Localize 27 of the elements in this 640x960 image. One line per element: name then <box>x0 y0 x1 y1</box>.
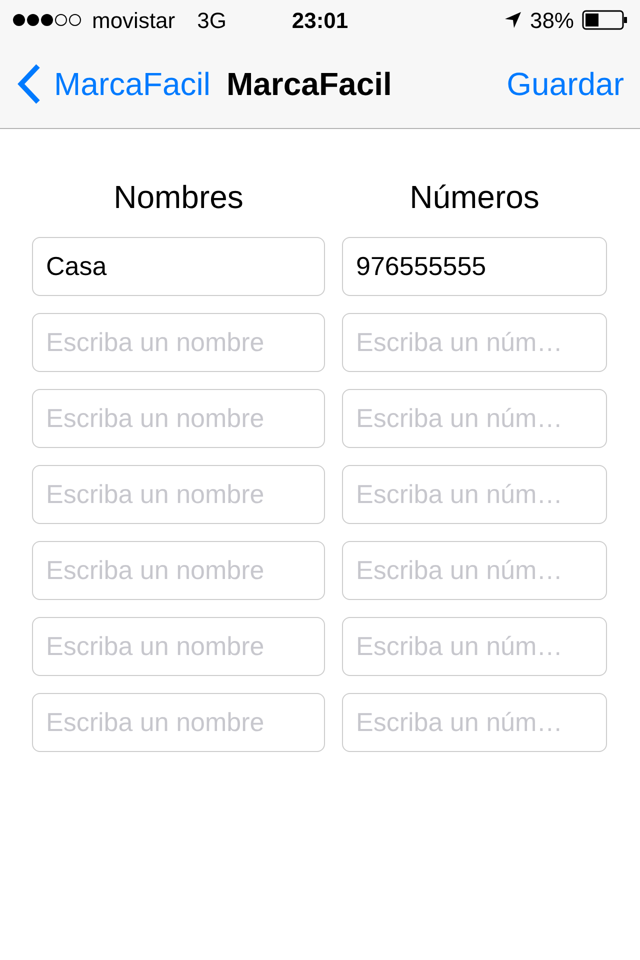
input-field[interactable]: Escriba un núm… <box>342 693 607 752</box>
input-field[interactable]: Escriba un núm… <box>342 389 607 448</box>
network-type: 3G <box>197 6 226 34</box>
battery-percent: 38% <box>530 6 574 34</box>
battery-icon <box>582 10 628 30</box>
location-arrow-icon <box>504 11 522 29</box>
input-field[interactable]: Escriba un núm… <box>342 541 607 600</box>
nav-title: MarcaFacil <box>226 65 392 104</box>
input-field[interactable]: Escriba un nombre <box>32 465 325 524</box>
input-field[interactable]: Escriba un núm… <box>342 465 607 524</box>
input-field[interactable]: Escriba un nombre <box>32 693 325 752</box>
carrier-name: movistar <box>92 6 176 34</box>
input-field[interactable]: Escriba un núm… <box>342 313 607 372</box>
input-field[interactable]: Escriba un nombre <box>32 617 325 676</box>
input-field[interactable]: Escriba un núm… <box>342 617 607 676</box>
input-field[interactable]: Escriba un nombre <box>32 313 325 372</box>
input-field[interactable]: 976555555 <box>342 237 607 296</box>
signal-icon <box>12 13 84 27</box>
chevron-left-icon <box>16 63 42 105</box>
save-button[interactable]: Guardar <box>506 60 624 108</box>
input-field[interactable]: Escriba un nombre <box>32 541 325 600</box>
column-heading: Números <box>408 178 540 217</box>
input-field[interactable]: Casa <box>32 237 325 296</box>
column-heading: Nombres <box>112 178 244 217</box>
status-time: 23:01 <box>292 6 348 34</box>
back-button[interactable]: MarcaFacil <box>16 60 210 108</box>
input-field[interactable]: Escriba un nombre <box>32 389 325 448</box>
